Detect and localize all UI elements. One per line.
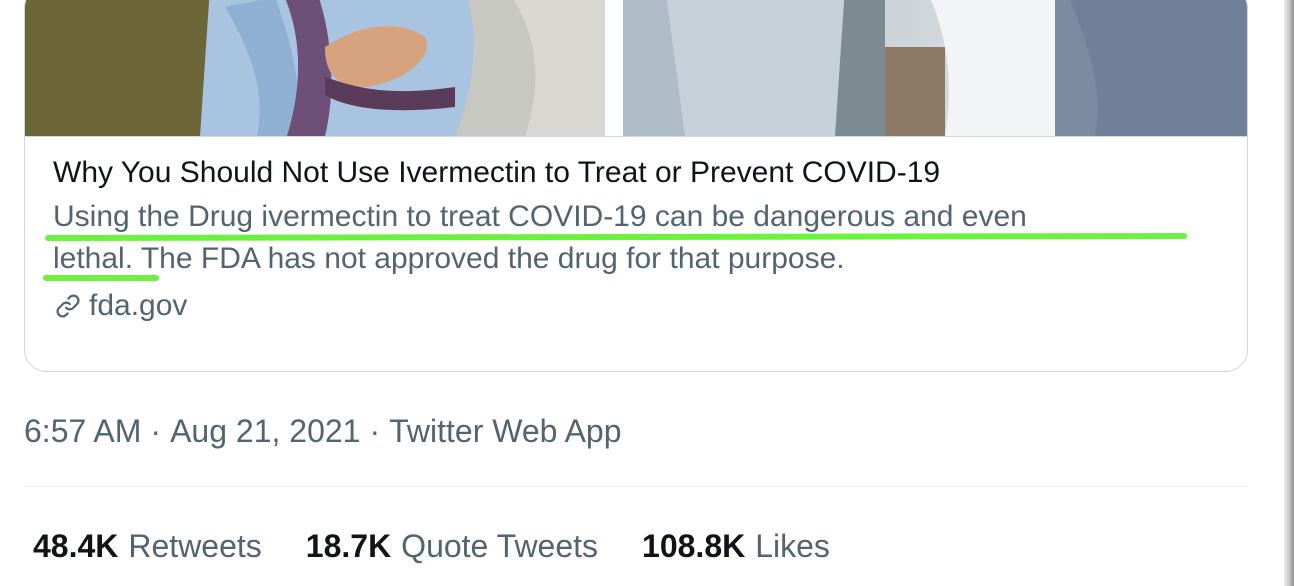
highlight-underline-2 [43,275,159,281]
stat-retweets[interactable]: 48.4K Retweets [33,524,262,568]
stat-likes[interactable]: 108.8K Likes [642,524,830,568]
stat-count: 18.7K [305,528,392,564]
stat-label: Likes [755,528,830,564]
card-text[interactable]: Why You Should Not Use Ivermectin to Tre… [43,153,1219,326]
link-preview-card[interactable]: Why You Should Not Use Ivermectin to Tre… [24,0,1248,372]
stat-quote-tweets[interactable]: 18.7K Quote Tweets [306,524,598,568]
description-rest: The FDA has not approved the drug for th… [133,242,845,275]
stat-label: Retweets [128,528,262,564]
tweet-stats: 48.4K Retweets 18.7K Quote Tweets 108.8K… [33,524,874,568]
tweet-meta: 6:57 AM · Aug 21, 2021 · Twitter Web App [24,410,622,452]
link-icon [56,294,80,318]
stat-count: 48.4K [33,528,119,564]
window-edge [1284,0,1294,586]
stat-label: Quote Tweets [401,528,599,564]
description-line-2: lethal. The FDA has not approved the dru… [53,238,1219,280]
highlighted-word: lethal. [53,242,134,275]
divider [24,486,1248,487]
description-line-1: Using the Drug ivermectin to treat COVID… [53,200,1027,233]
stat-count: 108.8K [642,528,746,564]
card-description: Using the Drug ivermectin to treat COVID… [43,196,1219,281]
separator: · [150,413,162,449]
tweet-date[interactable]: Aug 21, 2021 [170,413,360,449]
card-title: Why You Should Not Use Ivermectin to Tre… [53,156,941,189]
domain-text: fda.gov [89,289,188,322]
card-domain: fda.gov [53,286,1219,326]
separator: · [369,413,381,449]
tweet-time[interactable]: 6:57 AM [24,413,141,449]
tweet-source[interactable]: Twitter Web App [389,413,621,449]
card-image[interactable] [25,0,1247,137]
